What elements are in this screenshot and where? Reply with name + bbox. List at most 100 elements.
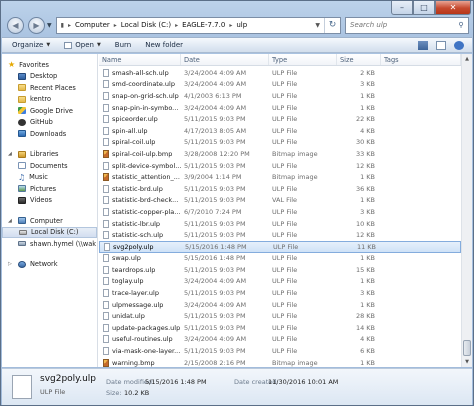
breadcrumb-separator-icon[interactable]: ▸ (175, 22, 178, 29)
breadcrumb-separator-icon[interactable]: ▸ (229, 22, 232, 29)
breadcrumb-computer[interactable]: Computer (75, 21, 110, 29)
nav-desktop[interactable]: Desktop (2, 71, 97, 83)
file-name-cell[interactable]: split-device-symbol... (99, 161, 181, 170)
file-name-cell[interactable]: spin-all.ulp (99, 126, 181, 135)
file-row[interactable]: toglay.ulp 3/24/2004 4:09 AM ULP File 1 KB (99, 276, 461, 288)
file-row[interactable]: statistic-lbr.ulp 5/11/2015 9:03 PM ULP Fi… (99, 218, 461, 230)
file-name-cell[interactable]: update-packages.ulp (99, 323, 181, 332)
file-name-cell[interactable]: statistic-brd-check... (99, 196, 181, 205)
file-row[interactable]: useful-routines.ulp 3/24/2004 4:09 AM ULP … (99, 334, 461, 346)
maximize-button[interactable]: □ (413, 1, 435, 15)
nav-pictures[interactable]: Pictures (2, 183, 97, 195)
file-row[interactable]: trace-layer.ulp 5/11/2015 9:03 PM ULP File… (99, 287, 461, 299)
file-name-cell[interactable]: smd-coordinate.ulp (99, 80, 181, 89)
file-name-cell[interactable]: snap-on-grid-sch.ulp (99, 91, 181, 100)
file-row[interactable]: warning.bmp 2/15/2008 2:16 PM Bitmap image… (99, 357, 461, 367)
file-row[interactable]: spiral-coil-ulp.bmp 3/28/2008 12:20 PM Bit… (99, 148, 461, 160)
open-button[interactable]: Open ▼ (64, 41, 101, 49)
file-row[interactable]: unidat.ulp 5/11/2015 9:03 PM ULP File 28 KB (99, 310, 461, 322)
file-row[interactable]: spin-all.ulp 4/17/2013 8:05 AM ULP File 4 K… (99, 125, 461, 137)
column-tags[interactable]: Tags (381, 54, 461, 65)
search-input[interactable] (350, 21, 454, 29)
close-button[interactable]: ✕ (435, 1, 471, 15)
organize-menu[interactable]: Organize ▼ (12, 41, 50, 49)
column-size[interactable]: Size (337, 54, 381, 65)
file-row[interactable]: statistic-sch.ulp 5/11/2015 9:03 PM ULP Fi… (99, 229, 461, 241)
file-row[interactable]: update-packages.ulp 5/11/2015 9:03 PM ULP … (99, 322, 461, 334)
file-row[interactable]: snap-pin-in-symbo... 3/24/2004 4:09 AM ULP… (99, 102, 461, 114)
search-box[interactable]: ⚲ (345, 16, 469, 34)
file-row[interactable]: swap.ulp 5/15/2016 1:48 PM ULP File 1 KB (99, 253, 461, 265)
scroll-thumb[interactable] (463, 340, 471, 356)
file-row[interactable]: snap-on-grid-sch.ulp 4/1/2003 6:13 PM ULP … (99, 90, 461, 102)
file-row[interactable]: spiral-coil.ulp 5/11/2015 9:03 PM ULP File… (99, 137, 461, 149)
breadcrumb-separator-icon[interactable]: ▸ (114, 22, 117, 29)
forward-button[interactable]: ▶ (28, 16, 45, 34)
preview-pane-icon[interactable] (436, 40, 446, 50)
file-row[interactable]: smash-all-sch.ulp 3/24/2004 4:09 AM ULP Fi… (99, 67, 461, 79)
file-name-cell[interactable]: smash-all-sch.ulp (99, 68, 181, 77)
scroll-down-icon[interactable]: ▼ (462, 357, 472, 367)
file-name-cell[interactable]: spiral-coil.ulp (99, 138, 181, 147)
address-bar[interactable]: ▮ ▸ Computer ▸ Local Disk (C:) ▸ EAGLE-7… (55, 16, 341, 34)
file-name-cell[interactable]: warning.bmp (99, 358, 181, 367)
collapse-caret-icon[interactable]: ◢ (8, 218, 14, 224)
breadcrumb-separator-icon[interactable]: ▸ (68, 22, 71, 29)
file-row[interactable]: svg2poly.ulp 5/15/2016 1:48 PM ULP File 11 … (99, 240, 461, 253)
file-name-cell[interactable]: swap.ulp (99, 254, 181, 263)
nav-network-drive[interactable]: shawn.hymel (\\wak (2, 238, 97, 250)
file-name-cell[interactable]: teardrops.ulp (99, 265, 181, 274)
file-name-cell[interactable]: spiceorder.ulp (99, 115, 181, 124)
file-row[interactable]: statistic_attention_... 3/9/2004 1:14 PM B… (99, 171, 461, 183)
file-row[interactable]: statistic-brd.ulp 5/11/2015 9:03 PM ULP Fi… (99, 183, 461, 195)
address-dropdown-icon[interactable]: ▼ (315, 22, 320, 29)
file-name-cell[interactable]: spiral-coil-ulp.bmp (99, 149, 181, 158)
breadcrumb-ulp[interactable]: ulp (236, 21, 247, 29)
breadcrumb-eagle[interactable]: EAGLE-7.7.0 (182, 21, 225, 29)
minimize-button[interactable]: – (391, 1, 413, 15)
nav-github[interactable]: GitHub (2, 117, 97, 129)
file-name-cell[interactable]: useful-routines.ulp (99, 335, 181, 344)
file-name-cell[interactable]: toglay.ulp (99, 277, 181, 286)
file-name-cell[interactable]: trace-layer.ulp (99, 289, 181, 298)
search-icon[interactable]: ⚲ (454, 21, 468, 29)
column-type[interactable]: Type (269, 54, 337, 65)
burn-button[interactable]: Burn (115, 41, 131, 49)
nav-downloads[interactable]: Downloads (2, 128, 97, 140)
file-row[interactable]: via-mask-one-layer... 5/11/2015 9:03 PM UL… (99, 345, 461, 357)
file-name-cell[interactable]: svg2poly.ulp (100, 242, 182, 251)
file-name-cell[interactable]: unidat.ulp (99, 312, 181, 321)
file-row[interactable]: smd-coordinate.ulp 3/24/2004 4:09 AM ULP F… (99, 79, 461, 91)
refresh-button[interactable]: ↻ (324, 17, 340, 33)
column-date[interactable]: Date (181, 54, 269, 65)
file-name-cell[interactable]: statistic-lbr.ulp (99, 219, 181, 228)
scroll-up-icon[interactable]: ▲ (462, 54, 472, 64)
help-icon[interactable] (454, 40, 464, 50)
file-name-cell[interactable]: via-mask-one-layer... (99, 347, 181, 356)
nav-recent-places[interactable]: Recent Places (2, 82, 97, 94)
file-name-cell[interactable]: statistic-copper-pla... (99, 207, 181, 216)
nav-google-drive[interactable]: Google Drive (2, 105, 97, 117)
file-row[interactable]: teardrops.ulp 5/11/2015 9:03 PM ULP File 15… (99, 264, 461, 276)
nav-videos[interactable]: Videos (2, 195, 97, 207)
vertical-scrollbar[interactable]: ▲ ▼ (461, 54, 472, 367)
nav-local-disk[interactable]: Local Disk (C:) (2, 226, 97, 238)
nav-computer[interactable]: ◢ Computer (2, 215, 97, 227)
change-view-icon[interactable] (418, 40, 428, 50)
recent-pages-dropdown-icon[interactable]: ▼ (47, 22, 52, 29)
file-row[interactable]: spiceorder.ulp 5/11/2015 9:03 PM ULP File 2… (99, 113, 461, 125)
file-name-cell[interactable]: snap-pin-in-symbo... (99, 103, 181, 112)
nav-favorites[interactable]: ★ Favorites (2, 59, 97, 71)
back-button[interactable]: ◀ (7, 16, 24, 34)
file-row[interactable]: statistic-copper-pla... 6/7/2010 7:24 PM U… (99, 206, 461, 218)
file-row[interactable]: ulpmessage.ulp 3/24/2004 4:09 AM ULP File 1… (99, 299, 461, 311)
file-row[interactable]: statistic-brd-check... 5/11/2015 9:03 PM V… (99, 195, 461, 207)
expand-caret-icon[interactable]: ▷ (8, 261, 14, 267)
file-row[interactable]: split-device-symbol... 5/11/2015 9:03 PM U… (99, 160, 461, 172)
breadcrumb-local-disk[interactable]: Local Disk (C:) (121, 21, 171, 29)
file-name-cell[interactable]: statistic_attention_... (99, 173, 181, 182)
nav-libraries[interactable]: ◢ Libraries (2, 149, 97, 161)
column-name[interactable]: Name (99, 54, 181, 65)
collapse-caret-icon[interactable]: ◢ (8, 151, 14, 157)
file-name-cell[interactable]: ulpmessage.ulp (99, 300, 181, 309)
